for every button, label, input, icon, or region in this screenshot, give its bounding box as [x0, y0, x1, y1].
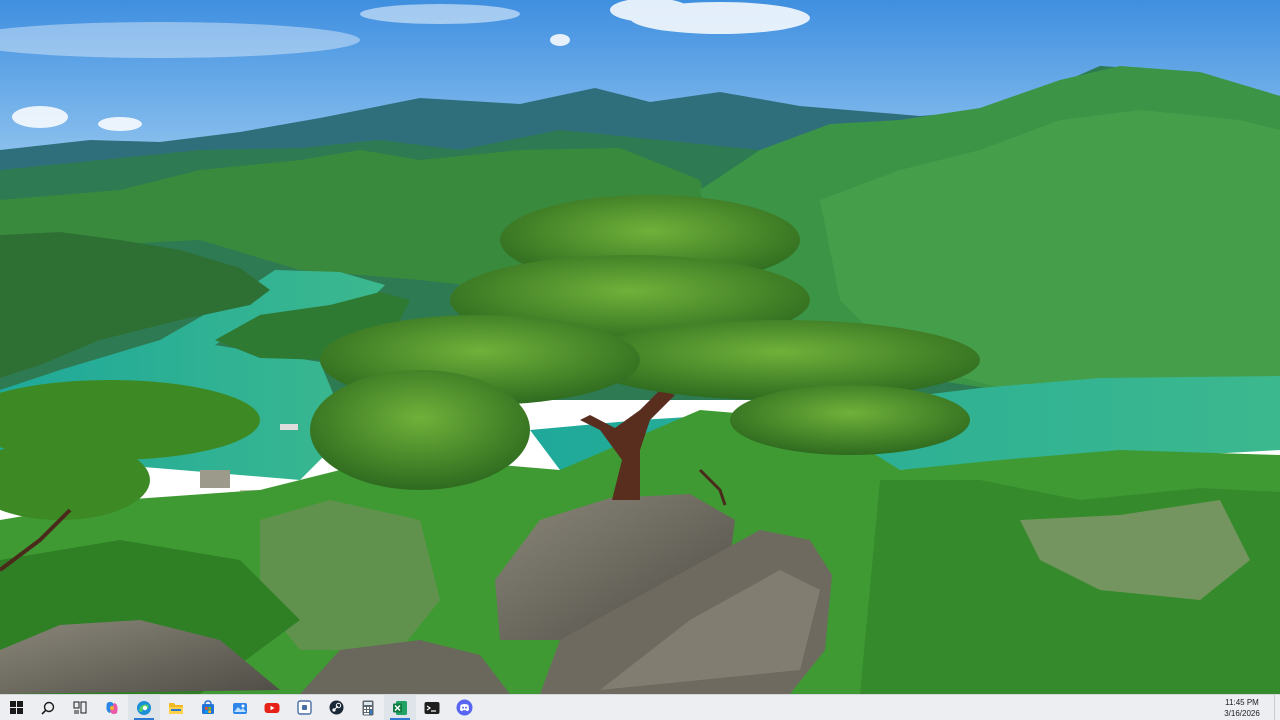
task-view-icon: [73, 701, 87, 714]
youtube-button[interactable]: [256, 695, 288, 720]
task-view-button[interactable]: [64, 695, 96, 720]
start-button[interactable]: [0, 695, 32, 720]
wallpaper-image: [0, 0, 1280, 694]
steam-button[interactable]: [320, 695, 352, 720]
windows-logo-icon: [9, 701, 23, 714]
excel-button[interactable]: [384, 695, 416, 720]
youtube-icon: [264, 702, 280, 713]
square-app-button[interactable]: [288, 695, 320, 720]
search-icon: [41, 701, 55, 715]
copilot-icon: [106, 701, 118, 714]
clock-time: 11:45 PM: [1225, 697, 1259, 707]
search-button[interactable]: [32, 695, 64, 720]
photos-button[interactable]: [224, 695, 256, 720]
discord-icon: [456, 699, 472, 716]
edge-icon: [137, 700, 151, 715]
file-explorer-button[interactable]: [160, 695, 192, 720]
photos-icon: [233, 702, 247, 714]
store-icon: [202, 699, 214, 714]
folder-icon: [169, 702, 183, 714]
excel-icon: [393, 700, 407, 715]
calculator-button[interactable]: [352, 695, 384, 720]
system-tray: 11:45 PM 3/16/2026: [1210, 695, 1280, 720]
taskbar: 11:45 PM 3/16/2026: [0, 694, 1280, 720]
steam-icon: [329, 700, 343, 715]
desktop-wallpaper: [0, 0, 1280, 694]
clock-date: 3/16/2026: [1224, 708, 1260, 718]
calculator-icon: [362, 700, 374, 715]
square-app-icon: [296, 700, 312, 715]
show-desktop-button[interactable]: [1274, 695, 1280, 720]
store-button[interactable]: [192, 695, 224, 720]
terminal-icon: [424, 701, 440, 714]
edge-button[interactable]: [128, 695, 160, 720]
terminal-button[interactable]: [416, 695, 448, 720]
discord-button[interactable]: [448, 695, 480, 720]
clock[interactable]: 11:45 PM 3/16/2026: [1210, 697, 1274, 719]
copilot-button[interactable]: [96, 695, 128, 720]
